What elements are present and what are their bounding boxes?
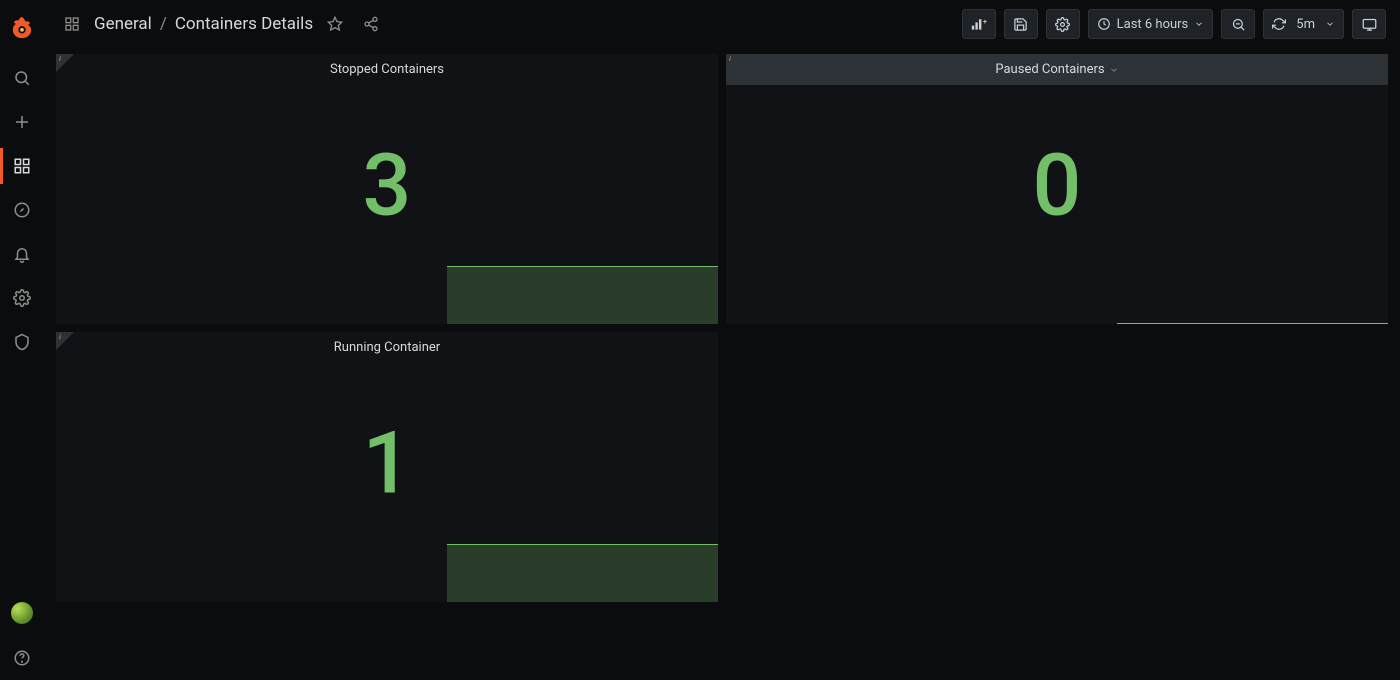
nav-explore[interactable] <box>0 188 44 232</box>
panel-value: 1 <box>363 413 412 514</box>
share-icon[interactable] <box>357 10 385 38</box>
nav-admin[interactable] <box>0 320 44 364</box>
timerange-label: Last 6 hours <box>1117 17 1189 32</box>
panel-value: 3 <box>363 135 412 236</box>
timerange-picker[interactable]: Last 6 hours <box>1088 9 1214 39</box>
panel-info-icon[interactable]: i <box>56 332 74 350</box>
dashboard-grid-icon[interactable] <box>58 10 86 38</box>
star-icon[interactable] <box>321 10 349 38</box>
breadcrumb[interactable]: General / Containers Details <box>94 14 313 34</box>
breadcrumb-folder[interactable]: General <box>94 14 152 34</box>
nav-alerting[interactable] <box>0 232 44 276</box>
breadcrumb-dashboard[interactable]: Containers Details <box>175 14 313 34</box>
chevron-down-icon <box>1325 19 1335 29</box>
save-button[interactable] <box>1004 9 1038 39</box>
sparkline <box>56 264 718 324</box>
panel-title[interactable]: Running Container <box>56 332 718 363</box>
empty-grid-cell <box>726 332 1388 602</box>
settings-button[interactable] <box>1046 9 1080 39</box>
panel-info-icon[interactable]: i <box>56 54 74 72</box>
panel-paused-containers[interactable]: i Paused Containers 0 <box>726 54 1388 324</box>
chevron-down-icon <box>1109 65 1119 75</box>
add-panel-button[interactable]: + <box>962 9 996 39</box>
sparkline <box>726 264 1388 324</box>
sidebar <box>0 0 44 680</box>
chevron-down-icon <box>1194 19 1204 29</box>
grafana-logo[interactable] <box>8 14 36 42</box>
breadcrumb-sep: / <box>160 14 167 34</box>
panel-info-icon[interactable]: i <box>726 54 744 72</box>
nav-config[interactable] <box>0 276 44 320</box>
sparkline <box>56 542 718 602</box>
panel-title[interactable]: Stopped Containers <box>56 54 718 85</box>
nav-help[interactable] <box>0 636 44 680</box>
panel-title[interactable]: Paused Containers <box>726 54 1388 85</box>
kiosk-button[interactable] <box>1352 9 1386 39</box>
nav-dashboards[interactable] <box>0 144 44 188</box>
svg-text:+: + <box>983 17 987 26</box>
panel-running-container[interactable]: i Running Container 1 <box>56 332 718 602</box>
zoom-out-button[interactable] <box>1221 9 1255 39</box>
panel-value: 0 <box>1033 135 1082 236</box>
refresh-interval: 5m <box>1296 17 1315 32</box>
refresh-button[interactable]: 5m <box>1263 9 1344 39</box>
user-avatar[interactable] <box>11 602 33 624</box>
panel-stopped-containers[interactable]: i Stopped Containers 3 <box>56 54 718 324</box>
topbar: General / Containers Details + Last 6 ho… <box>44 0 1400 48</box>
nav-create[interactable] <box>0 100 44 144</box>
nav-search[interactable] <box>0 56 44 100</box>
